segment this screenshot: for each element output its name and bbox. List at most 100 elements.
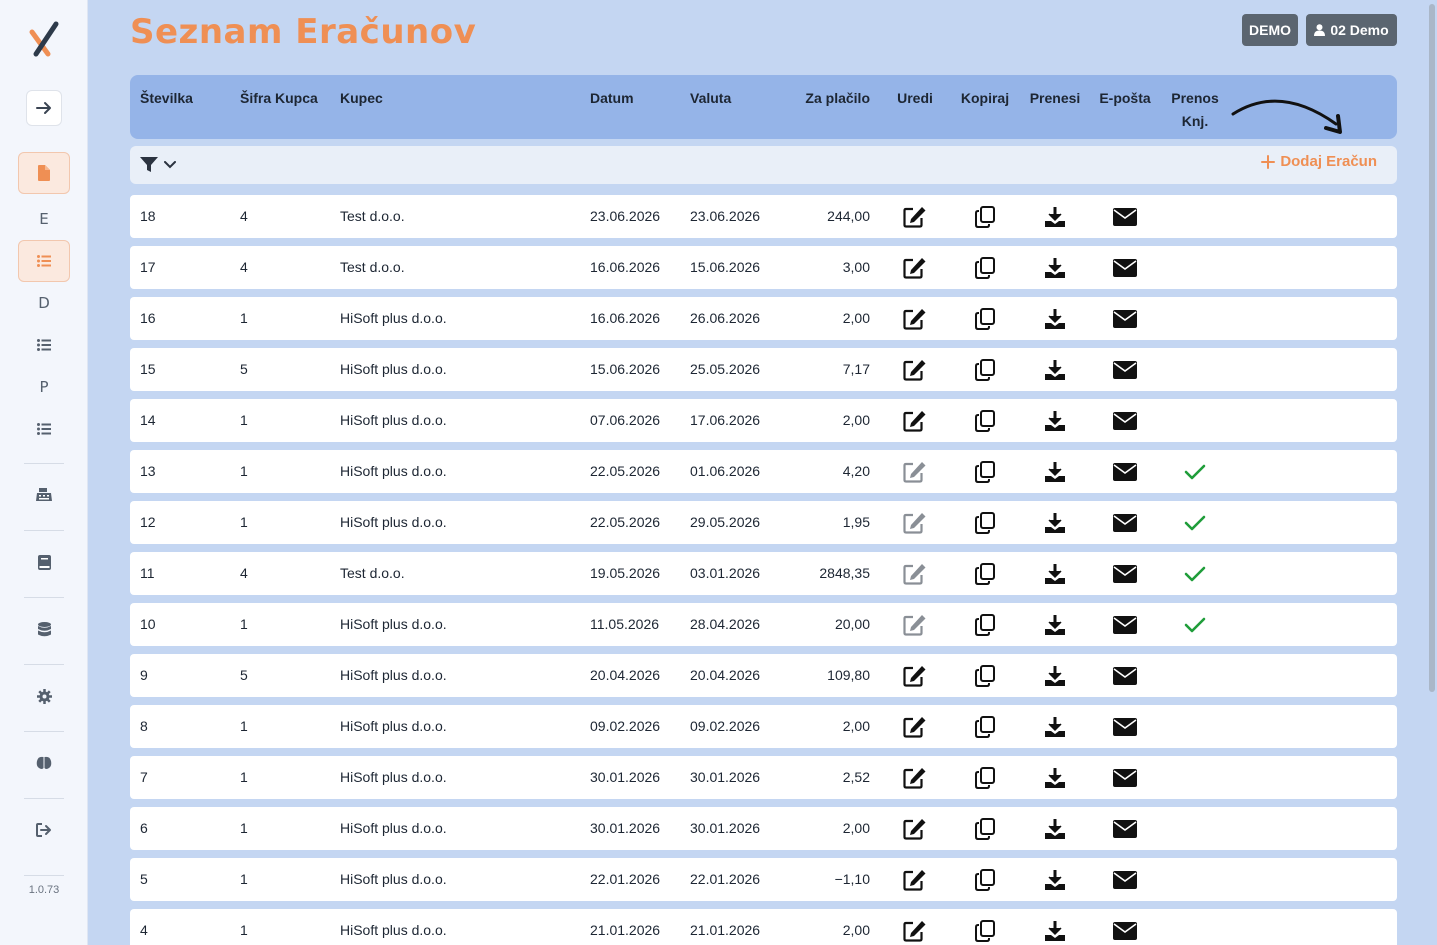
table-row[interactable]: 14 1 HiSoft plus d.o.o. 07.06.2026 17.06.202… bbox=[130, 399, 1397, 442]
sidebar-item-logout[interactable] bbox=[24, 818, 64, 842]
edit-icon[interactable] bbox=[902, 714, 928, 740]
email-icon[interactable] bbox=[1112, 765, 1138, 791]
download-icon[interactable] bbox=[1042, 306, 1068, 332]
copy-icon[interactable] bbox=[972, 867, 998, 893]
col-za-placilo[interactable]: Za plačilo bbox=[790, 87, 870, 110]
filter-toggle[interactable] bbox=[140, 156, 180, 174]
email-icon[interactable] bbox=[1112, 306, 1138, 332]
invoice-date: 22.05.2026 bbox=[590, 514, 661, 530]
copy-icon[interactable] bbox=[972, 714, 998, 740]
col-stevilka[interactable]: Številka bbox=[140, 87, 193, 110]
email-icon[interactable] bbox=[1112, 816, 1138, 842]
edit-icon[interactable] bbox=[902, 306, 928, 332]
download-icon[interactable] bbox=[1042, 510, 1068, 536]
sidebar-item-brain[interactable] bbox=[24, 751, 64, 775]
table-row[interactable]: 15 5 HiSoft plus d.o.o. 15.06.2026 25.05.202… bbox=[130, 348, 1397, 391]
download-icon[interactable] bbox=[1042, 816, 1068, 842]
email-icon[interactable] bbox=[1112, 510, 1138, 536]
sidebar-item-p[interactable]: P bbox=[24, 375, 64, 399]
download-icon[interactable] bbox=[1042, 357, 1068, 383]
sidebar-item-database[interactable] bbox=[24, 617, 64, 641]
table-row[interactable]: 13 1 HiSoft plus d.o.o. 22.05.2026 01.06.202… bbox=[130, 450, 1397, 493]
copy-icon[interactable] bbox=[972, 357, 998, 383]
copy-icon[interactable] bbox=[972, 255, 998, 281]
table-row[interactable]: 6 1 HiSoft plus d.o.o. 30.01.2026 30.01.2026… bbox=[130, 807, 1397, 850]
scrollbar[interactable] bbox=[1429, 4, 1435, 692]
copy-icon[interactable] bbox=[972, 612, 998, 638]
table-row[interactable]: 18 4 Test d.o.o. 23.06.2026 23.06.2026 244,00 bbox=[130, 195, 1397, 238]
copy-icon[interactable] bbox=[972, 561, 998, 587]
table-row[interactable]: 17 4 Test d.o.o. 16.06.2026 15.06.2026 3,00 bbox=[130, 246, 1397, 289]
col-sifra-kupca[interactable]: Šifra Kupca bbox=[240, 87, 318, 110]
email-icon[interactable] bbox=[1112, 255, 1138, 281]
email-icon[interactable] bbox=[1112, 918, 1138, 944]
invoice-date: 15.06.2026 bbox=[590, 361, 661, 377]
copy-icon[interactable] bbox=[972, 816, 998, 842]
sidebar-item-d[interactable]: D bbox=[24, 291, 64, 315]
table-row[interactable]: 7 1 HiSoft plus d.o.o. 30.01.2026 30.01.2026… bbox=[130, 756, 1397, 799]
edit-icon[interactable] bbox=[902, 255, 928, 281]
download-icon[interactable] bbox=[1042, 765, 1068, 791]
sidebar-item-e[interactable]: E bbox=[24, 207, 64, 231]
edit-icon[interactable] bbox=[902, 918, 928, 944]
edit-icon[interactable] bbox=[902, 357, 928, 383]
customer-code: 1 bbox=[240, 871, 248, 887]
table-row[interactable]: 5 1 HiSoft plus d.o.o. 22.01.2026 22.01.2026… bbox=[130, 858, 1397, 901]
email-icon[interactable] bbox=[1112, 408, 1138, 434]
edit-icon[interactable] bbox=[902, 663, 928, 689]
email-icon[interactable] bbox=[1112, 612, 1138, 638]
table-row[interactable]: 12 1 HiSoft plus d.o.o. 22.05.2026 29.05.202… bbox=[130, 501, 1397, 544]
table-row[interactable]: 8 1 HiSoft plus d.o.o. 09.02.2026 09.02.2026… bbox=[130, 705, 1397, 748]
email-icon[interactable] bbox=[1112, 459, 1138, 485]
col-valuta[interactable]: Valuta bbox=[690, 87, 731, 110]
edit-icon[interactable] bbox=[902, 408, 928, 434]
email-icon[interactable] bbox=[1112, 663, 1138, 689]
col-kupec[interactable]: Kupec bbox=[340, 87, 383, 110]
download-icon[interactable] bbox=[1042, 561, 1068, 587]
edit-icon[interactable] bbox=[902, 816, 928, 842]
sidebar-item-list[interactable] bbox=[24, 417, 64, 441]
copy-icon[interactable] bbox=[972, 663, 998, 689]
download-icon[interactable] bbox=[1042, 714, 1068, 740]
table-row[interactable]: 11 4 Test d.o.o. 19.05.2026 03.01.2026 2848,3… bbox=[130, 552, 1397, 595]
edit-icon[interactable] bbox=[902, 204, 928, 230]
download-icon[interactable] bbox=[1042, 255, 1068, 281]
sidebar-item-cash-register[interactable] bbox=[24, 483, 64, 507]
download-icon[interactable] bbox=[1042, 204, 1068, 230]
col-datum[interactable]: Datum bbox=[590, 87, 634, 110]
user-menu-button[interactable]: 02 Demo bbox=[1306, 14, 1397, 46]
download-icon[interactable] bbox=[1042, 459, 1068, 485]
table-row[interactable]: 4 1 HiSoft plus d.o.o. 21.01.2026 21.01.2026… bbox=[130, 909, 1397, 945]
copy-icon[interactable] bbox=[972, 204, 998, 230]
edit-icon[interactable] bbox=[902, 867, 928, 893]
edit-icon bbox=[902, 561, 928, 587]
email-icon[interactable] bbox=[1112, 204, 1138, 230]
copy-icon[interactable] bbox=[972, 408, 998, 434]
table-row[interactable]: 16 1 HiSoft plus d.o.o. 16.06.2026 26.06.202… bbox=[130, 297, 1397, 340]
download-icon[interactable] bbox=[1042, 408, 1068, 434]
email-icon[interactable] bbox=[1112, 357, 1138, 383]
edit-icon[interactable] bbox=[902, 765, 928, 791]
add-invoice-button[interactable]: Dodaj Eračun bbox=[1261, 153, 1377, 170]
copy-icon[interactable] bbox=[972, 459, 998, 485]
app-logo[interactable] bbox=[26, 20, 62, 62]
sidebar-item-list[interactable] bbox=[24, 333, 64, 357]
sidebar-item-gear[interactable] bbox=[24, 684, 64, 708]
copy-icon[interactable] bbox=[972, 918, 998, 944]
sidebar-item-list[interactable] bbox=[18, 240, 70, 282]
email-icon[interactable] bbox=[1112, 714, 1138, 740]
download-icon[interactable] bbox=[1042, 612, 1068, 638]
email-icon[interactable] bbox=[1112, 561, 1138, 587]
sidebar-item-file[interactable] bbox=[18, 152, 70, 194]
email-icon[interactable] bbox=[1112, 867, 1138, 893]
sidebar-collapse-button[interactable] bbox=[26, 90, 62, 126]
copy-icon[interactable] bbox=[972, 765, 998, 791]
sidebar-item-book[interactable] bbox=[24, 550, 64, 574]
download-icon[interactable] bbox=[1042, 918, 1068, 944]
download-icon[interactable] bbox=[1042, 867, 1068, 893]
copy-icon[interactable] bbox=[972, 306, 998, 332]
copy-icon[interactable] bbox=[972, 510, 998, 536]
table-row[interactable]: 10 1 HiSoft plus d.o.o. 11.05.2026 28.04.202… bbox=[130, 603, 1397, 646]
download-icon[interactable] bbox=[1042, 663, 1068, 689]
table-row[interactable]: 9 5 HiSoft plus d.o.o. 20.04.2026 20.04.2026… bbox=[130, 654, 1397, 697]
